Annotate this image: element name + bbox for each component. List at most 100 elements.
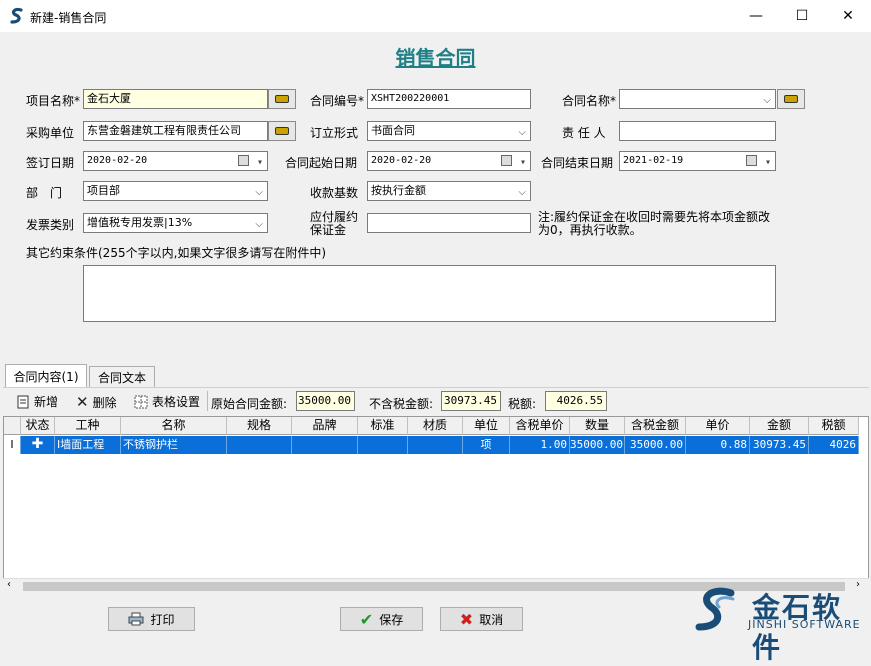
orig-amount-field[interactable]: 35000.00 xyxy=(296,391,355,411)
no-tax-field[interactable]: 30973.45 xyxy=(441,391,501,411)
dept-value: 项目部 xyxy=(87,184,120,197)
tab-contract-text[interactable]: 合同文本 xyxy=(89,366,155,388)
table-cell[interactable] xyxy=(358,436,408,454)
plus-icon[interactable]: ✚ xyxy=(21,436,55,454)
close-icon: ✕ xyxy=(76,393,89,411)
save-button[interactable]: ✔ 保存 xyxy=(340,607,423,631)
deposit-label: 应付履约 保证金 xyxy=(310,211,358,237)
grid-settings-label: 表格设置 xyxy=(152,395,201,409)
grid-header-cell[interactable]: 材质 xyxy=(408,417,463,435)
grid-icon xyxy=(134,395,148,408)
window-title: 新建-销售合同 xyxy=(30,11,107,25)
tax-field[interactable]: 4026.55 xyxy=(545,391,607,411)
contract-name-lookup-button[interactable] xyxy=(777,89,805,109)
table-cell[interactable] xyxy=(227,436,292,454)
contract-name-label: 合同名称* xyxy=(562,94,617,108)
sign-date-label: 签订日期 xyxy=(26,156,75,170)
sign-date-picker[interactable]: 2020-02-20 ▾ xyxy=(83,151,268,171)
contract-items-grid[interactable]: 状态 工种 名称 规格 品牌 标准 材质 单位 含税单价 数量 含税金额 单价 … xyxy=(3,416,869,594)
cancel-button-label: 取消 xyxy=(479,612,504,627)
invoice-label: 发票类别 xyxy=(26,218,75,232)
buyer-lookup-button[interactable] xyxy=(268,121,296,141)
grid-header-cell[interactable]: 状态 xyxy=(21,417,55,435)
table-cell[interactable]: 项 xyxy=(463,436,510,454)
grid-header-cell[interactable]: 金额 xyxy=(750,417,809,435)
deposit-label-line2: 保证金 xyxy=(310,223,347,237)
table-cell[interactable] xyxy=(408,436,463,454)
maximize-button[interactable]: ☐ xyxy=(779,0,825,32)
table-cell[interactable]: 4026 xyxy=(809,436,859,454)
chevron-down-icon: ⌵ xyxy=(518,187,526,198)
print-button[interactable]: 打印 xyxy=(108,607,195,631)
cancel-button[interactable]: ✖ 取消 xyxy=(440,607,523,631)
grid-header-cell[interactable]: 标准 xyxy=(358,417,408,435)
grid-header-cell[interactable]: 数量 xyxy=(570,417,625,435)
delete-button[interactable]: ✕ 删除 xyxy=(76,393,117,411)
scroll-left-icon[interactable]: ‹ xyxy=(7,579,11,590)
grid-header-cell[interactable]: 税额 xyxy=(809,417,859,435)
calendar-icon xyxy=(501,155,512,166)
lookup-icon xyxy=(275,127,289,135)
project-lookup-button[interactable] xyxy=(268,89,296,109)
add-button[interactable]: 新增 xyxy=(16,393,58,410)
table-cell[interactable]: 0.88 xyxy=(686,436,750,454)
tab-contract-content[interactable]: 合同内容(1) xyxy=(5,364,87,388)
cancel-icon: ✖ xyxy=(459,609,474,629)
lookup-icon xyxy=(275,95,289,103)
form-type-select[interactable]: 书面合同 ⌵ xyxy=(367,121,531,141)
lookup-icon xyxy=(784,95,798,103)
other-terms-textarea[interactable] xyxy=(83,265,776,322)
buyer-label: 采购单位 xyxy=(26,126,75,140)
table-cell[interactable]: 35000.00 xyxy=(570,436,625,454)
grid-header-cell[interactable]: 品牌 xyxy=(292,417,358,435)
minimize-button[interactable]: — xyxy=(733,0,779,32)
end-date-value: 2021-02-19 xyxy=(623,155,684,166)
chevron-down-icon: ▾ xyxy=(519,157,526,168)
table-cell[interactable]: 1.00 xyxy=(510,436,570,454)
project-name-field[interactable]: 金石大厦 xyxy=(83,89,268,109)
chevron-down-icon: ⌵ xyxy=(763,95,771,106)
table-cell[interactable]: I墙面工程 xyxy=(55,436,121,454)
deposit-field[interactable] xyxy=(367,213,531,233)
dept-select[interactable]: 项目部 ⌵ xyxy=(83,181,268,201)
grid-settings-button[interactable]: 表格设置 xyxy=(134,393,200,410)
table-cell[interactable] xyxy=(292,436,358,454)
chevron-down-icon: ⌵ xyxy=(255,187,263,198)
grid-header-cell[interactable]: 含税单价 xyxy=(510,417,570,435)
form-type-label: 订立形式 xyxy=(310,126,359,140)
toolbar-separator xyxy=(207,391,208,411)
no-tax-label: 不含税金额: xyxy=(369,397,434,411)
contract-no-field[interactable]: XSHT200220001 xyxy=(367,89,531,109)
buyer-field[interactable]: 东营金磐建筑工程有限责任公司 xyxy=(83,121,268,141)
contract-no-label: 合同编号* xyxy=(310,94,365,108)
tax-label: 税额: xyxy=(508,397,537,411)
table-cell[interactable]: 35000.00 xyxy=(625,436,686,454)
end-date-picker[interactable]: 2021-02-19 ▾ xyxy=(619,151,776,171)
grid-header-cell[interactable]: 含税金额 xyxy=(625,417,686,435)
contract-name-select[interactable]: ⌵ xyxy=(619,89,776,109)
chevron-down-icon: ▾ xyxy=(764,157,771,168)
close-button[interactable]: ✕ xyxy=(825,0,871,32)
table-row[interactable]: I ✚ I墙面工程 不锈钢护栏 项 1.00 35000.00 35000.00… xyxy=(4,436,859,454)
form-type-value: 书面合同 xyxy=(371,124,415,137)
grid-header-cell[interactable]: 单价 xyxy=(686,417,750,435)
jinshi-logo-icon xyxy=(695,587,735,631)
app-logo-icon xyxy=(10,7,23,24)
table-cell[interactable]: 不锈钢护栏 xyxy=(121,436,227,454)
orig-amount-label: 原始合同金额: xyxy=(211,397,288,411)
grid-header-cell[interactable]: 名称 xyxy=(121,417,227,435)
pay-basis-value: 按执行金额 xyxy=(371,184,426,197)
grid-header-cell[interactable]: 工种 xyxy=(55,417,121,435)
owner-field[interactable] xyxy=(619,121,776,141)
chevron-down-icon: ⌵ xyxy=(255,219,263,230)
pay-basis-select[interactable]: 按执行金额 ⌵ xyxy=(367,181,531,201)
calendar-icon xyxy=(746,155,757,166)
end-date-label: 合同结束日期 xyxy=(541,156,614,170)
table-cell[interactable]: 30973.45 xyxy=(750,436,809,454)
grid-header: 状态 工种 名称 规格 品牌 标准 材质 单位 含税单价 数量 含税金额 单价 … xyxy=(4,417,859,435)
grid-toolbar xyxy=(3,387,869,415)
invoice-select[interactable]: 增值税专用发票|13% ⌵ xyxy=(83,213,268,233)
grid-header-cell[interactable]: 规格 xyxy=(227,417,292,435)
grid-header-cell[interactable]: 单位 xyxy=(463,417,510,435)
start-date-picker[interactable]: 2020-02-20 ▾ xyxy=(367,151,531,171)
